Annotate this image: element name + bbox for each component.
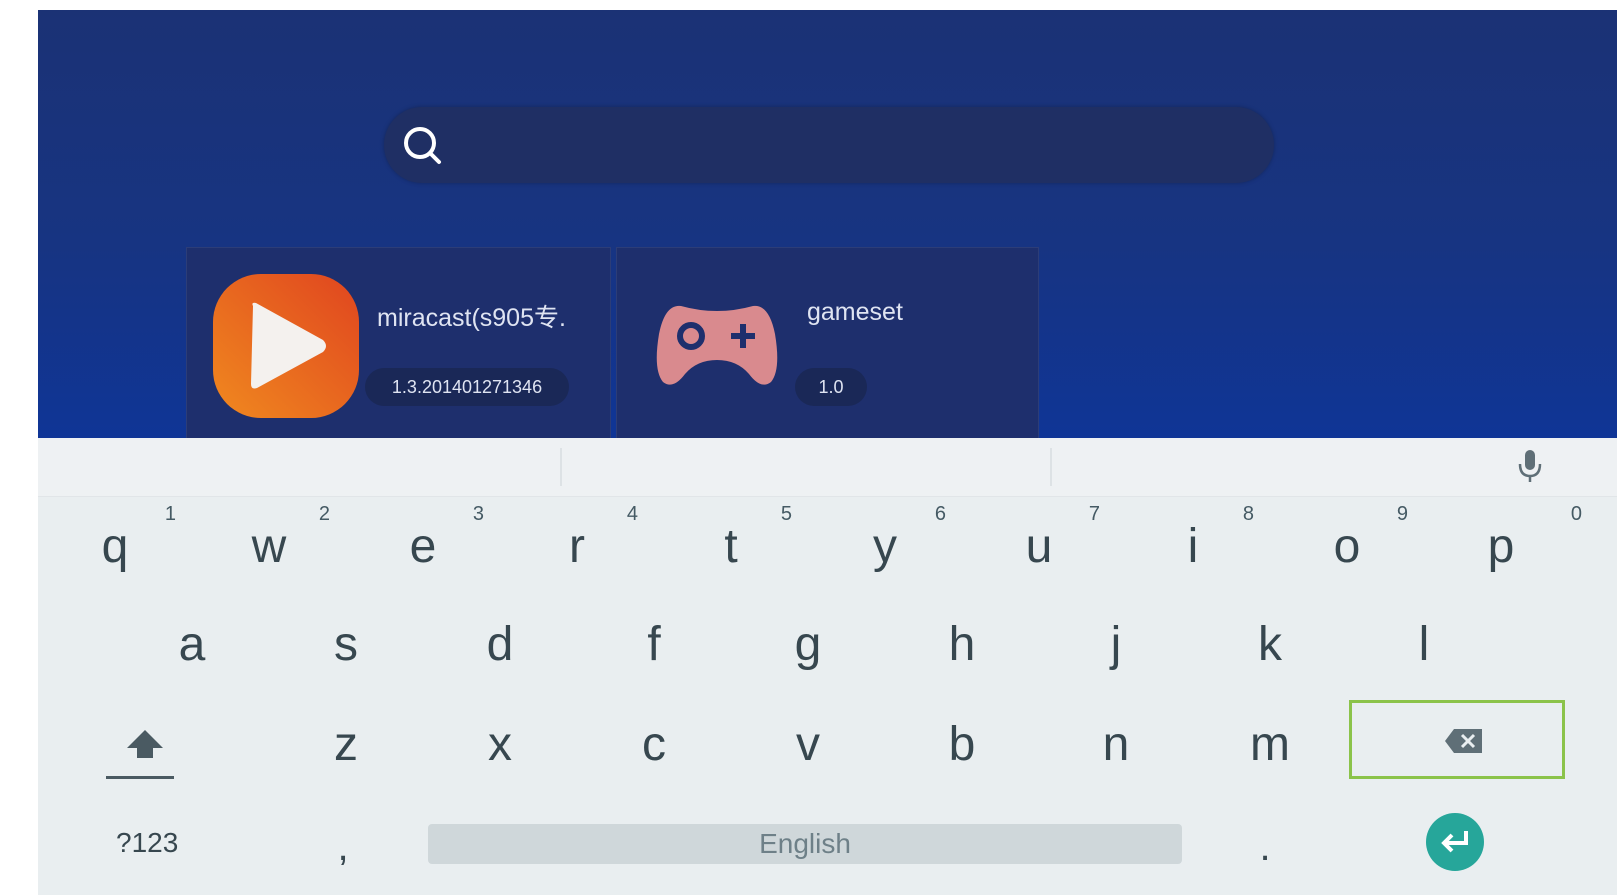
app-search-area: miracast(s905专. 1.3.201401271346 gameset… [38,10,1617,438]
key-z[interactable]: z [269,696,423,794]
key-f[interactable]: f [577,596,731,694]
key-p[interactable]: p0 [1424,498,1582,596]
key-t[interactable]: t5 [654,498,808,596]
app-name: miracast(s905专. [377,304,566,332]
key-h[interactable]: h [885,596,1039,694]
key-l[interactable]: l [1347,596,1501,694]
key-k[interactable]: k [1193,596,1347,694]
mic-icon[interactable] [1516,448,1544,484]
key-v[interactable]: v [731,696,885,794]
key-o[interactable]: o9 [1270,498,1424,596]
symbols-key[interactable]: ?123 [76,798,230,888]
key-u[interactable]: u7 [962,498,1116,596]
key-g[interactable]: g [731,596,885,694]
enter-key[interactable] [1426,813,1484,871]
key-hint: 7 [1088,503,1100,525]
app-name: gameset [807,298,903,326]
key-c[interactable]: c [577,696,731,794]
backspace-key[interactable] [1349,700,1565,779]
enter-icon [1441,831,1468,853]
period-key[interactable]: . [1188,798,1342,895]
key-m[interactable]: m [1193,696,1347,794]
suggestion-strip [38,438,1617,497]
app-version: 1.0 [795,368,867,406]
key-hint: 6 [934,503,946,525]
key-j[interactable]: j [1039,596,1193,694]
key-q[interactable]: q1 [38,498,192,596]
shift-underline [106,776,174,779]
key-s[interactable]: s [269,596,423,694]
key-hint: 5 [780,503,792,525]
key-hint: 2 [318,503,330,525]
key-n[interactable]: n [1039,696,1193,794]
play-icon [213,274,359,418]
comma-key[interactable]: , [266,798,420,895]
key-hint: 8 [1242,503,1254,525]
key-e[interactable]: e3 [346,498,500,596]
key-w[interactable]: w2 [192,498,346,596]
search-input[interactable] [384,107,1274,183]
search-icon [404,127,441,164]
suggestion-divider [560,448,562,486]
key-hint: 4 [626,503,638,525]
key-d[interactable]: d [423,596,577,694]
key-hint: 9 [1396,503,1408,525]
key-hint: 1 [164,503,176,525]
key-x[interactable]: x [423,696,577,794]
backspace-icon [1445,729,1482,753]
shift-key[interactable] [68,696,222,794]
on-screen-keyboard: q1 w2 e3 r4 t5 y6 u7 i8 o9 p0 a s d f g … [38,438,1617,895]
key-i[interactable]: i8 [1116,498,1270,596]
suggestion-divider [1050,448,1052,486]
key-hint: 3 [472,503,484,525]
app-card-gameset[interactable]: gameset 1.0 [616,247,1039,438]
space-key[interactable]: English [428,824,1182,864]
app-card-miracast[interactable]: miracast(s905专. 1.3.201401271346 [186,247,611,438]
key-hint: 0 [1570,503,1582,525]
key-y[interactable]: y6 [808,498,962,596]
key-b[interactable]: b [885,696,1039,794]
app-version: 1.3.201401271346 [365,368,569,406]
key-a[interactable]: a [115,596,269,694]
shift-icon [127,730,163,758]
gamepad-icon [656,305,778,385]
screen: miracast(s905专. 1.3.201401271346 gameset… [38,10,1617,895]
key-r[interactable]: r4 [500,498,654,596]
